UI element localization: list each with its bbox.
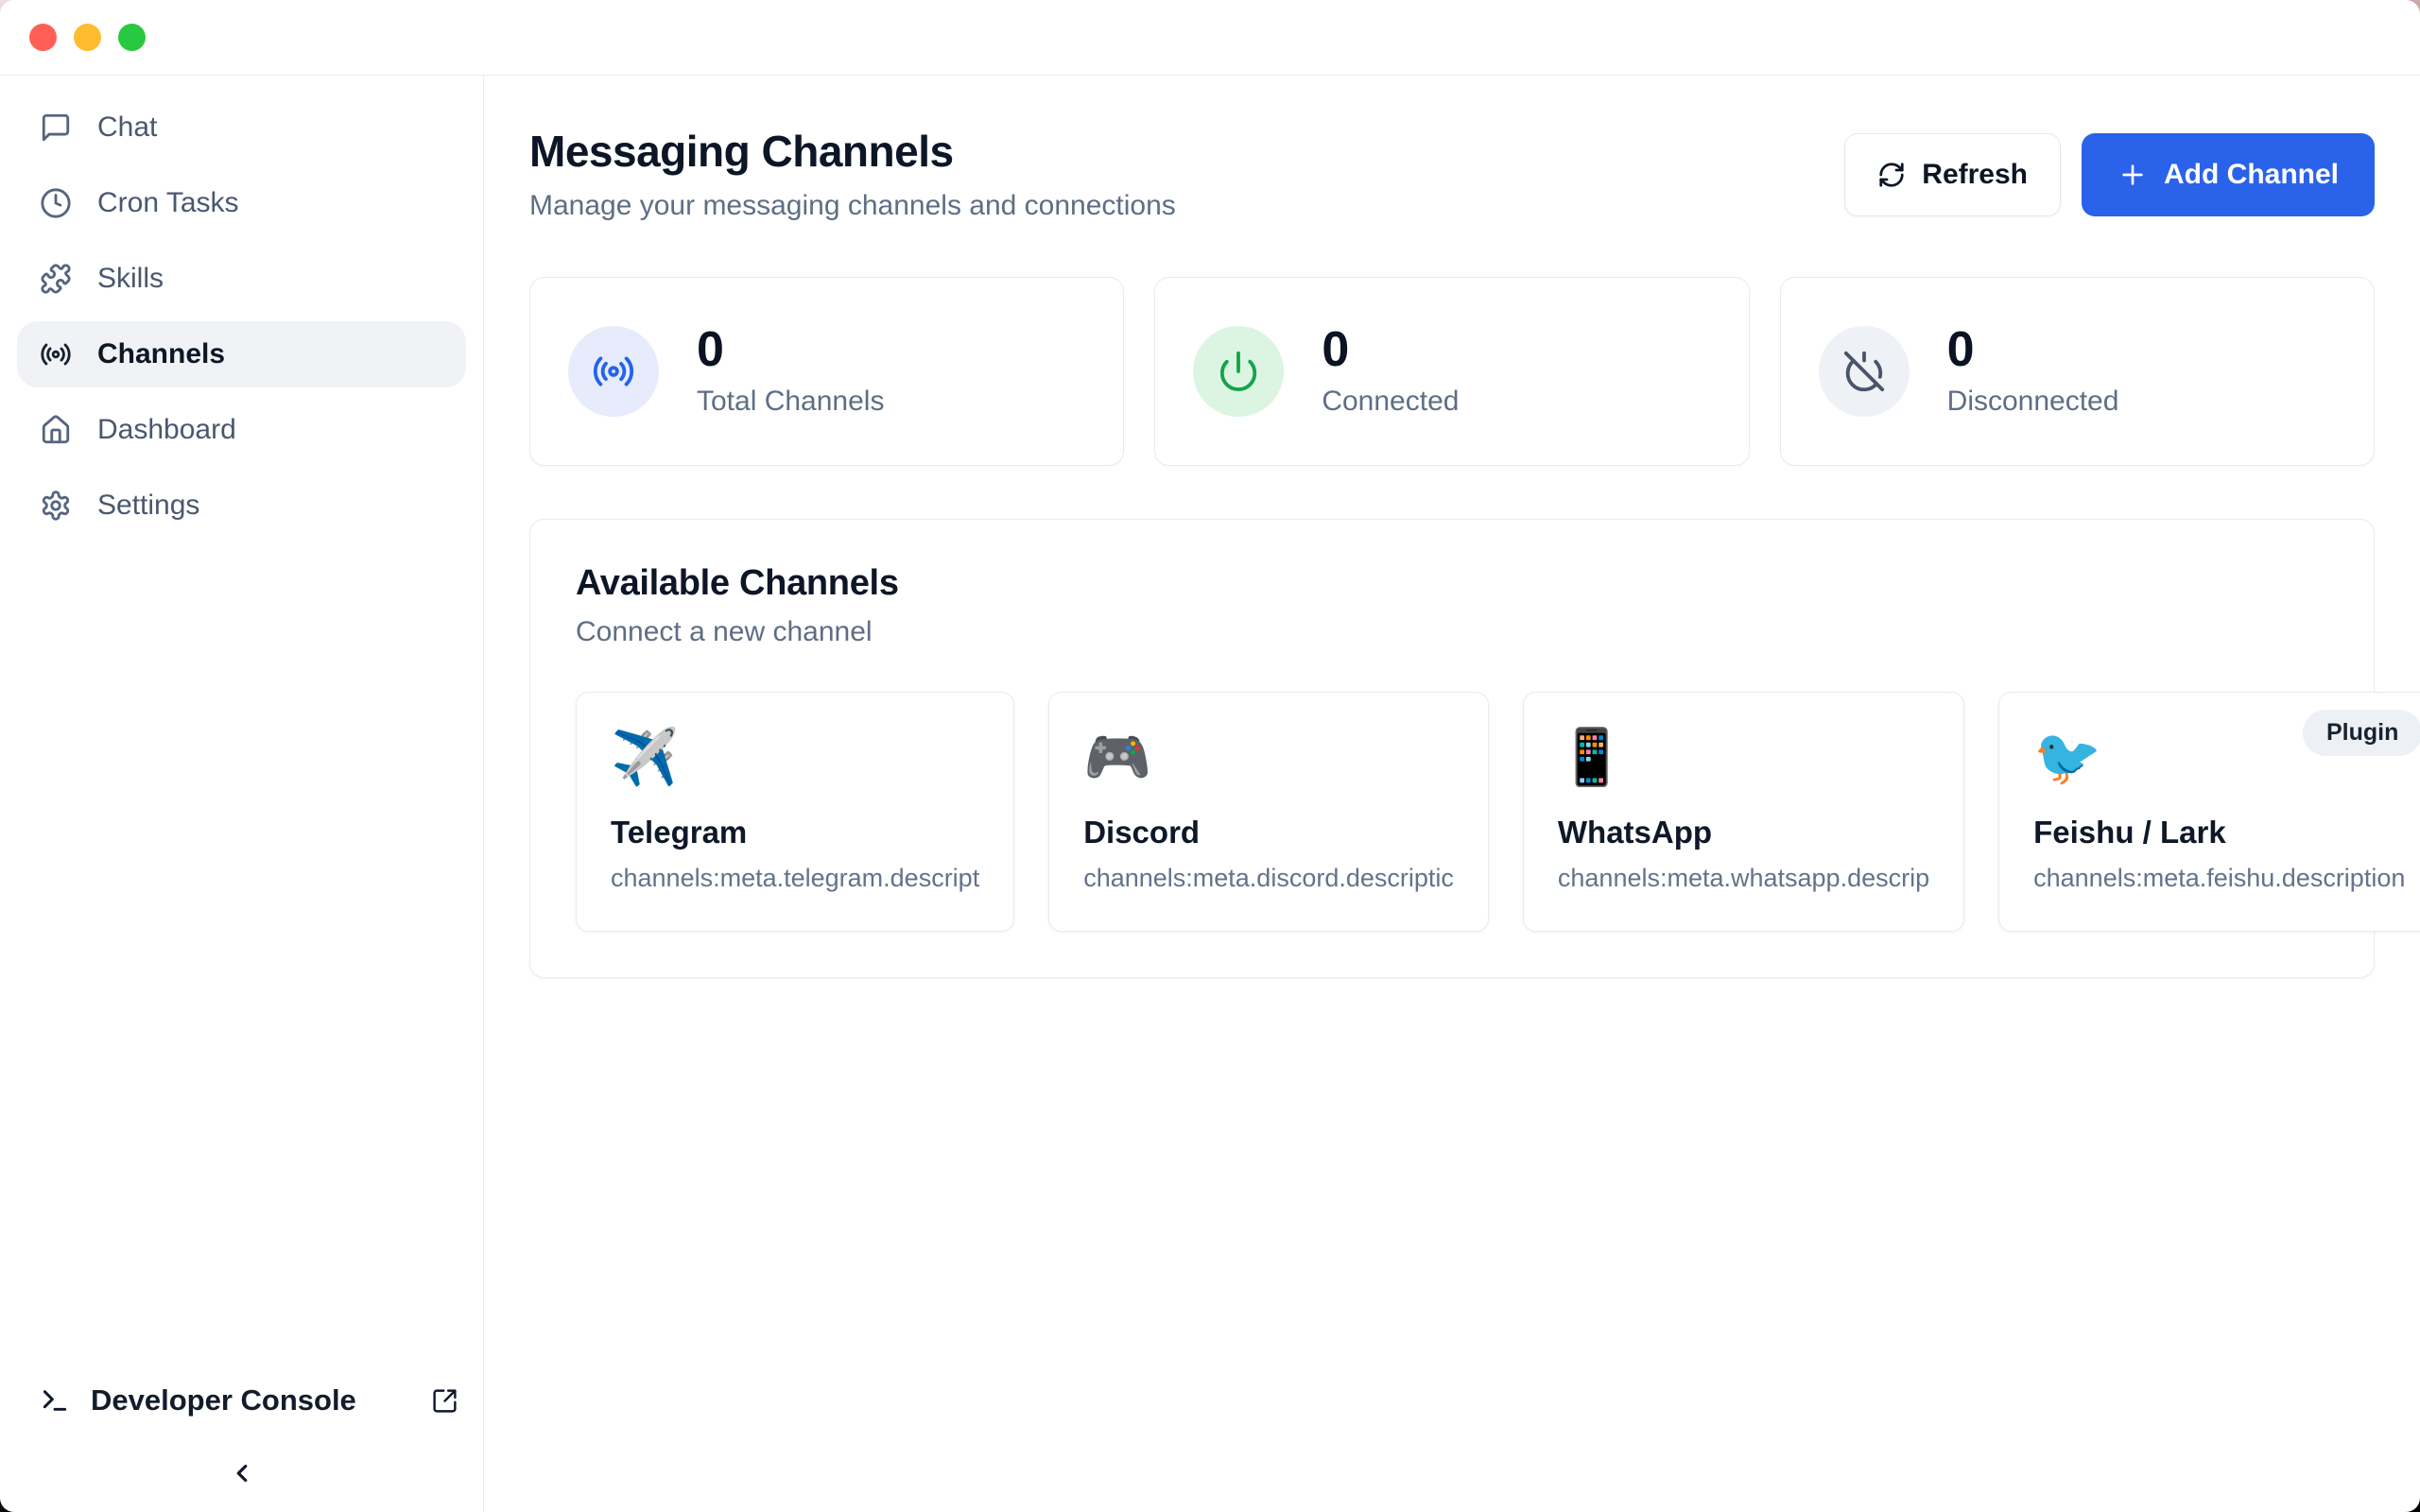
sidebar-item-label: Dashboard [97,414,236,446]
channel-description: channels:meta.discord.descriptic [1083,864,1454,893]
channel-grid: ✈️ Telegram channels:meta.telegram.descr… [576,692,2328,932]
app-window: Chat Cron Tasks Skills Channels Dashboar… [0,0,2420,1512]
sidebar-item-settings[interactable]: Settings [17,472,466,539]
zoom-button[interactable] [118,24,146,51]
section-subtitle: Connect a new channel [576,616,2328,648]
game-controller-emoji-icon: 🎮 [1083,727,1454,790]
channel-description: channels:meta.whatsapp.descrip [1558,864,1929,893]
close-button[interactable] [29,24,57,51]
sidebar-item-cron-tasks[interactable]: Cron Tasks [17,170,466,236]
chevron-left-icon[interactable] [228,1459,256,1487]
stat-value: 0 [1322,325,1459,374]
sidebar-item-dashboard[interactable]: Dashboard [17,397,466,463]
channel-card-whatsapp[interactable]: 📱 WhatsApp channels:meta.whatsapp.descri… [1523,692,1964,932]
chat-bubble-icon [40,112,72,144]
developer-console-link[interactable]: Developer Console [17,1370,466,1431]
stat-icon-wrap [1819,326,1910,417]
home-icon [40,414,72,446]
add-channel-button-label: Add Channel [2164,159,2339,191]
sidebar-item-label: Chat [97,112,157,144]
channel-name: Telegram [611,815,979,850]
page-title: Messaging Channels [529,129,1176,174]
developer-console-label: Developer Console [91,1383,356,1418]
mobile-phone-emoji-icon: 📱 [1558,727,1929,790]
available-channels-section: Available Channels Connect a new channel… [529,519,2375,978]
channel-description: channels:meta.telegram.descript [611,864,979,893]
page-header: Messaging Channels Manage your messaging… [529,129,2375,222]
channel-name: Discord [1083,815,1454,850]
power-icon [1217,350,1260,393]
external-link-icon[interactable] [431,1387,458,1415]
stat-label: Connected [1322,386,1459,418]
refresh-button[interactable]: Refresh [1844,133,2061,216]
sidebar: Chat Cron Tasks Skills Channels Dashboar… [0,76,484,1512]
minimize-button[interactable] [74,24,101,51]
section-title: Available Channels [576,563,2328,604]
plus-icon [2118,160,2148,190]
channel-name: Feishu / Lark [2033,815,2405,850]
refresh-icon [1877,161,1906,189]
sidebar-footer: Developer Console [17,1370,466,1487]
stat-value: 0 [697,325,884,374]
channel-description: channels:meta.feishu.description [2033,864,2405,893]
puzzle-icon [40,263,72,295]
stat-card-connected: 0 Connected [1154,277,1749,466]
sidebar-collapse-row [17,1459,466,1487]
sidebar-item-channels[interactable]: Channels [17,321,466,387]
broadcast-icon [592,350,635,393]
main-content: Messaging Channels Manage your messaging… [484,76,2420,1512]
page-subtitle: Manage your messaging channels and conne… [529,190,1176,222]
channel-card-feishu-lark[interactable]: Plugin 🐦 Feishu / Lark channels:meta.fei… [1998,692,2420,932]
stats-row: 0 Total Channels 0 Connected [529,277,2375,466]
sidebar-item-label: Skills [97,263,164,295]
refresh-button-label: Refresh [1922,159,2028,191]
channel-card-discord[interactable]: 🎮 Discord channels:meta.discord.descript… [1048,692,1489,932]
clock-icon [40,187,72,219]
channel-card-telegram[interactable]: ✈️ Telegram channels:meta.telegram.descr… [576,692,1014,932]
stat-label: Total Channels [697,386,884,418]
stat-icon-wrap [568,326,659,417]
sidebar-item-chat[interactable]: Chat [17,94,466,161]
airplane-emoji-icon: ✈️ [611,727,979,790]
broadcast-icon [40,338,72,370]
stat-card-total-channels: 0 Total Channels [529,277,1124,466]
sidebar-item-label: Cron Tasks [97,187,239,219]
stat-label: Disconnected [1947,386,2119,418]
gear-icon [40,490,72,522]
stat-card-disconnected: 0 Disconnected [1780,277,2375,466]
stat-icon-wrap [1193,326,1284,417]
power-off-icon [1842,350,1886,393]
plugin-badge: Plugin [2303,710,2420,756]
sidebar-item-skills[interactable]: Skills [17,246,466,312]
header-actions: Refresh Add Channel [1844,133,2375,216]
sidebar-item-label: Settings [97,490,199,522]
titlebar [0,0,2420,76]
terminal-icon [40,1385,70,1416]
add-channel-button[interactable]: Add Channel [2082,133,2375,216]
stat-value: 0 [1947,325,2119,374]
sidebar-item-label: Channels [97,338,225,370]
channel-name: WhatsApp [1558,815,1929,850]
